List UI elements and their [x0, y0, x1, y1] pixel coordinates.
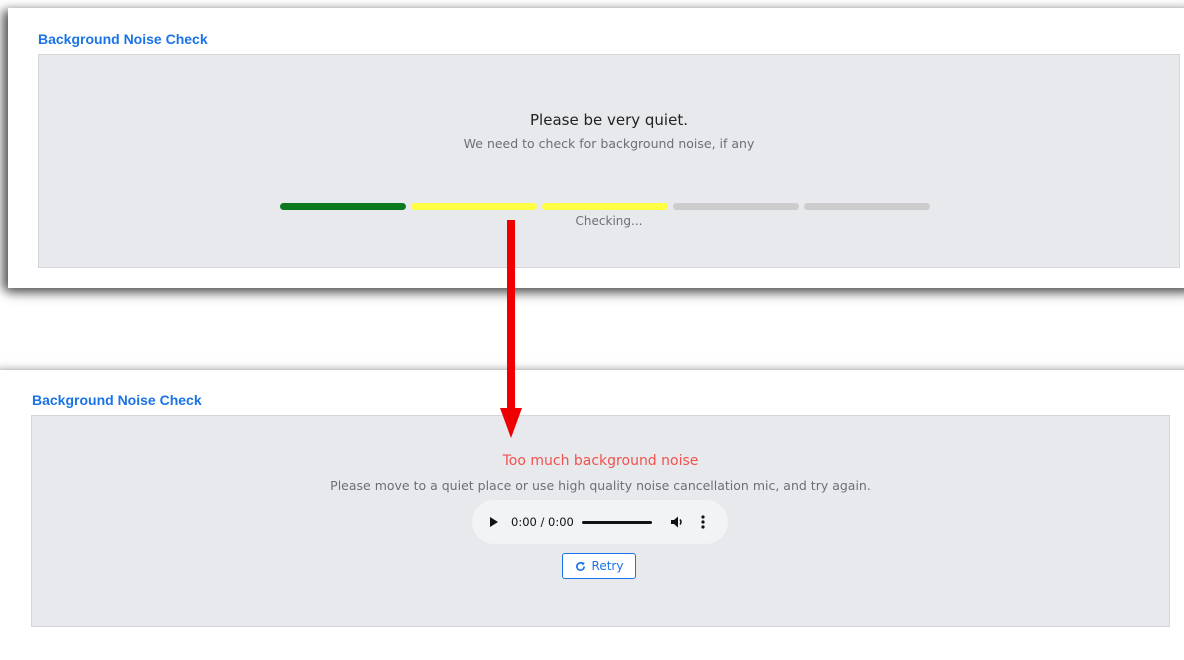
instruction-subtext: We need to check for background noise, i… — [463, 136, 755, 151]
volume-icon[interactable] — [669, 514, 685, 530]
play-icon[interactable] — [490, 517, 498, 527]
noise-level-meter — [280, 203, 935, 211]
noise-check-checking-panel: Background Noise Check Please be very qu… — [8, 8, 1184, 288]
checking-status: Checking... — [575, 214, 643, 228]
noise-check-card: Too much background noise Please move to… — [31, 415, 1170, 627]
meter-segment — [804, 203, 930, 210]
noise-check-result-panel: Background Noise Check Too much backgrou… — [0, 370, 1184, 660]
audio-time: 0:00 / 0:00 — [511, 515, 574, 529]
section-title: Background Noise Check — [32, 392, 202, 408]
transition-arrow-head — [500, 408, 522, 438]
meter-segment — [280, 203, 406, 210]
seek-bar[interactable] — [582, 521, 652, 524]
noise-check-card: Please be very quiet. We need to check f… — [38, 54, 1180, 268]
refresh-icon — [575, 561, 585, 571]
error-message: Please move to a quiet place or use high… — [330, 478, 871, 493]
instruction-heading: Please be very quiet. — [530, 111, 688, 129]
retry-label: Retry — [591, 559, 624, 573]
meter-segment — [411, 203, 537, 210]
meter-segment — [542, 203, 668, 210]
error-title: Too much background noise — [502, 453, 699, 469]
section-title: Background Noise Check — [38, 31, 208, 47]
transition-arrow-shaft — [507, 220, 515, 410]
audio-player[interactable]: 0:00 / 0:00 — [472, 500, 728, 544]
meter-segment — [673, 203, 799, 210]
more-vert-icon[interactable] — [700, 514, 706, 530]
retry-button[interactable]: Retry — [562, 553, 636, 579]
